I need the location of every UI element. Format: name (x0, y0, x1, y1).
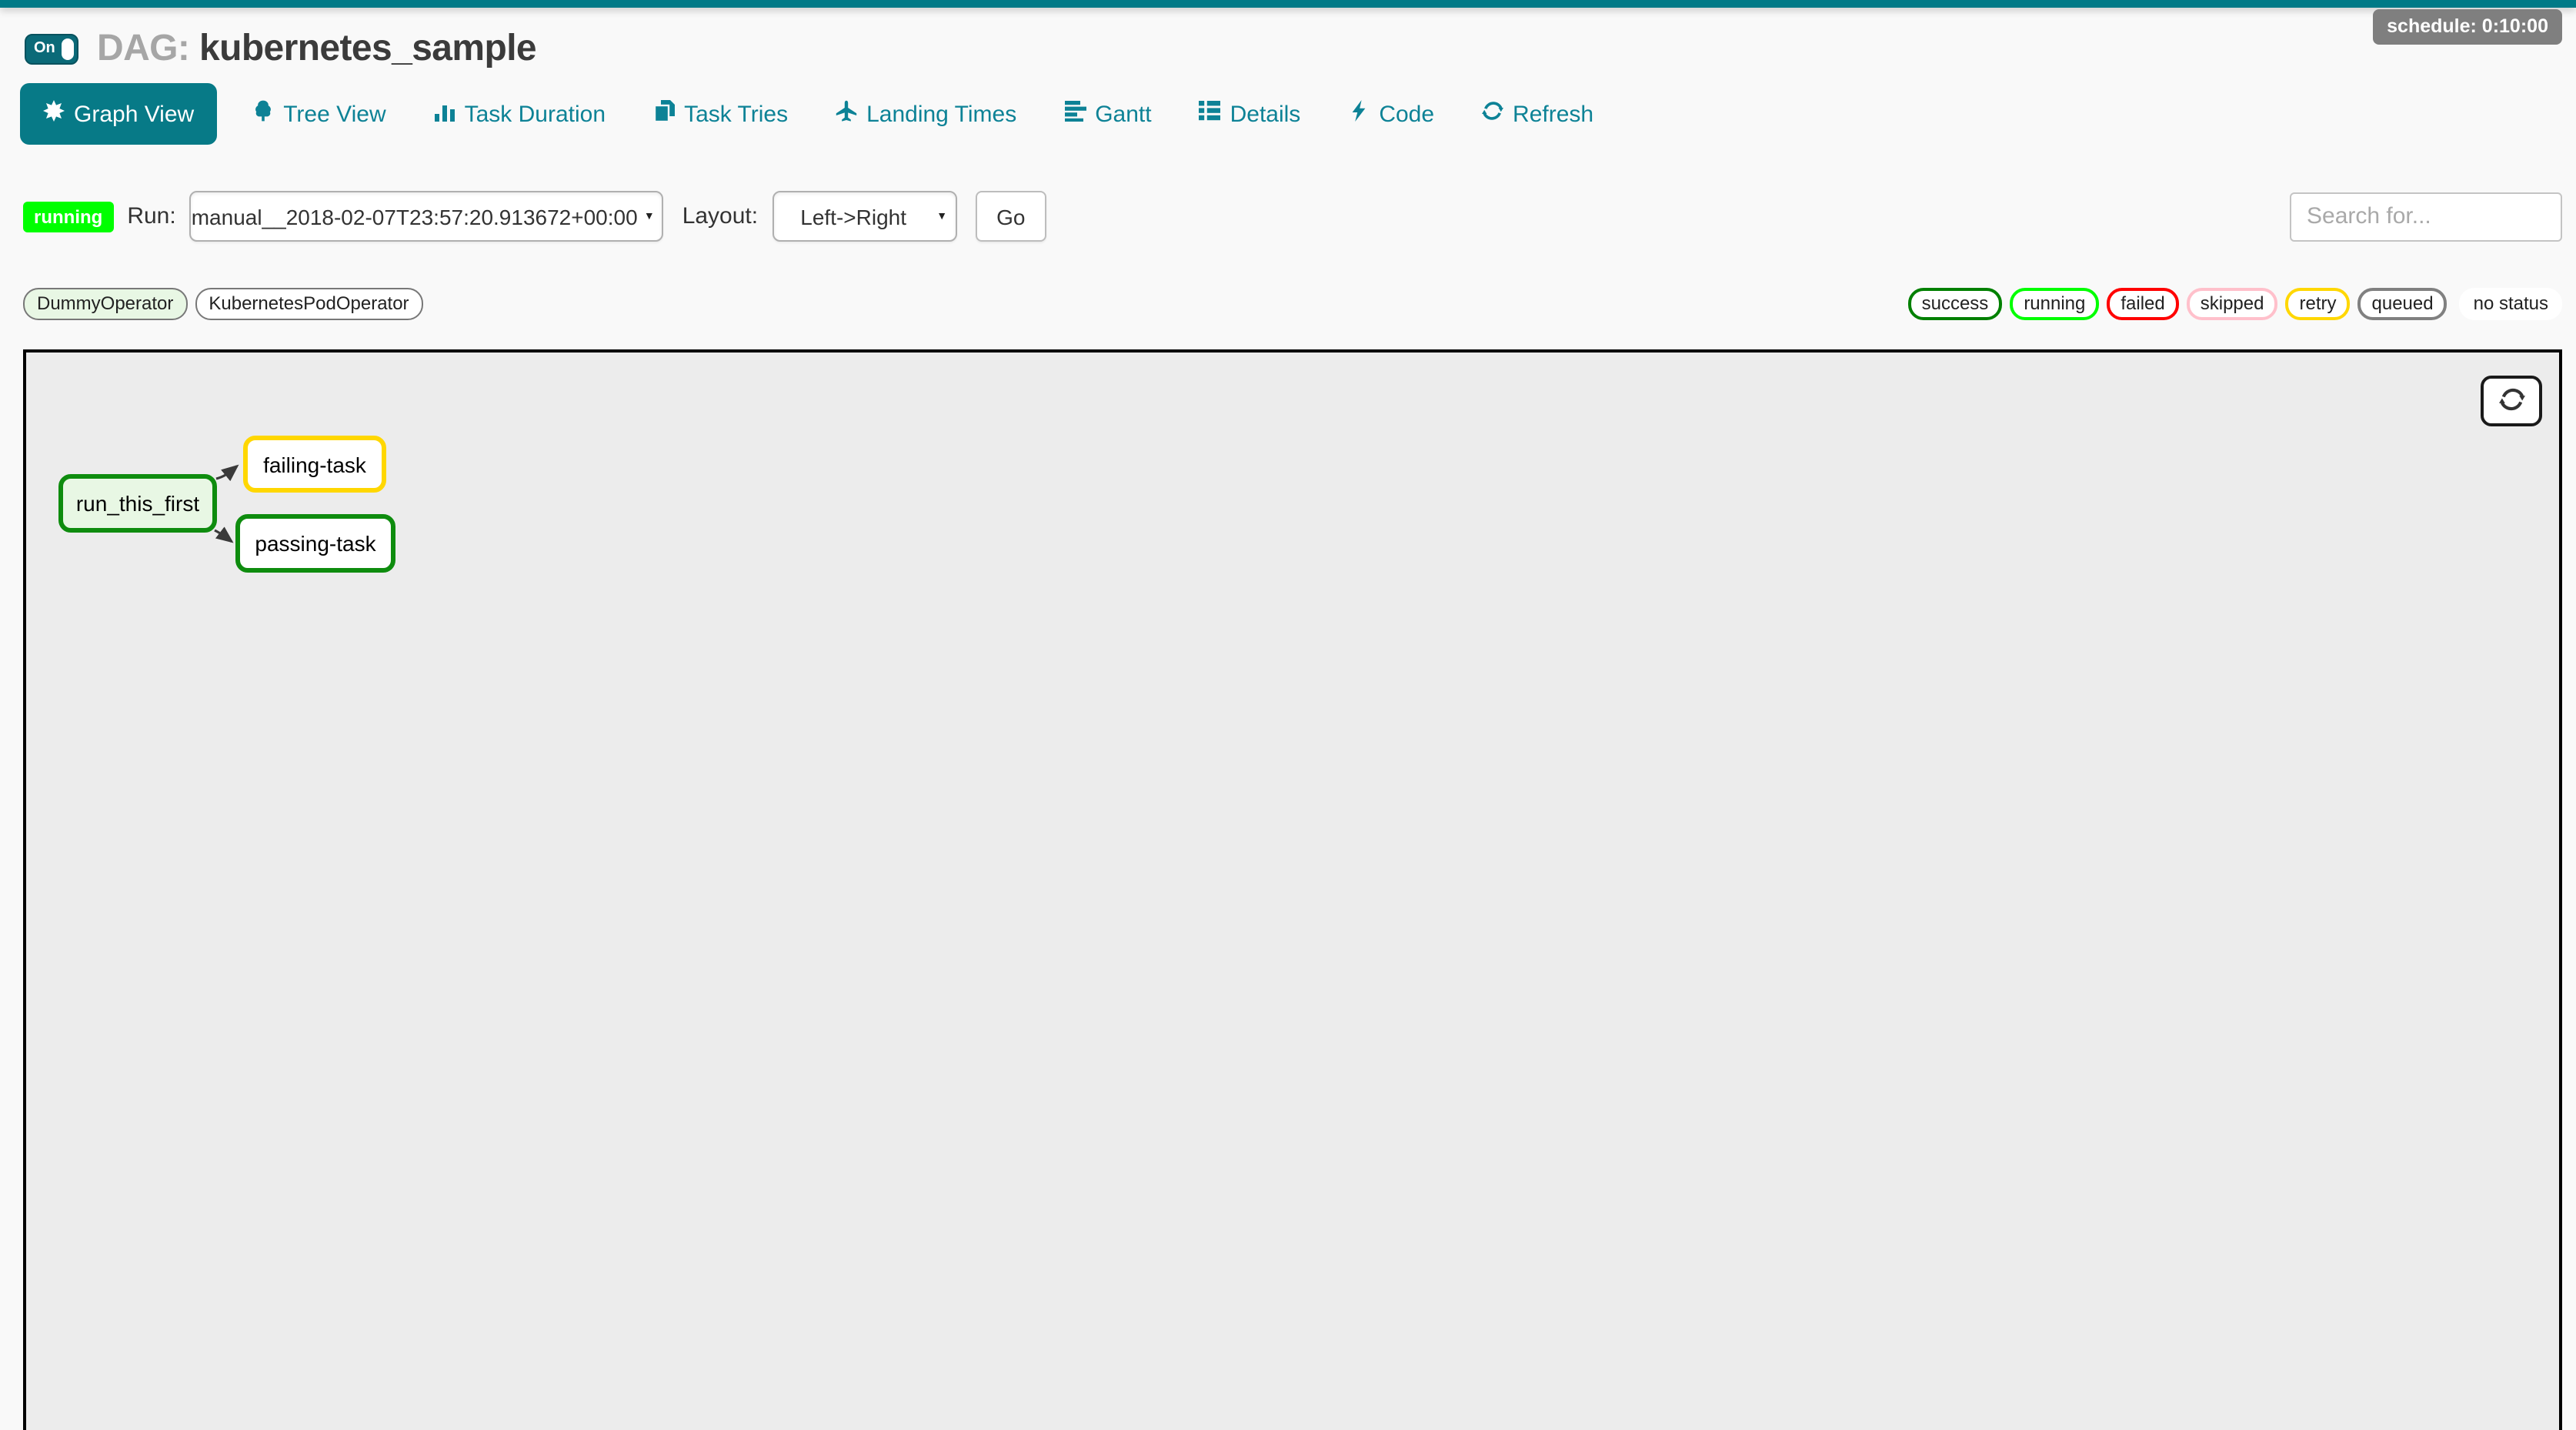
operator-pill-dummy: DummyOperator (23, 288, 187, 320)
graph-canvas[interactable]: run_this_first failing-task passing-task (23, 349, 2562, 1430)
toggle-on-label: On (34, 40, 55, 57)
top-navbar-strip (0, 0, 2576, 8)
page: schedule: 0:10:00 On DAG: kubernetes_sam… (0, 0, 2576, 1430)
refresh-icon (2498, 386, 2524, 416)
status-legend: success running failed skipped retry que… (1908, 288, 2562, 320)
run-select[interactable]: manual__2018-02-07T23:57:20.913672+00:00… (190, 191, 664, 242)
plane-icon (836, 100, 857, 128)
dag-edges (26, 352, 2559, 1430)
list-icon (1200, 100, 1221, 128)
search-input[interactable] (2290, 192, 2562, 241)
page-title: DAG: kubernetes_sample (97, 28, 536, 71)
tree-icon (252, 100, 274, 128)
dag-name: kubernetes_sample (199, 28, 536, 69)
status-pill-skipped: skipped (2187, 288, 2278, 320)
tab-details[interactable]: Details (1200, 100, 1301, 128)
node-run-this-first[interactable]: run_this_first (58, 474, 217, 533)
starburst-icon (43, 100, 65, 128)
caret-down-icon: ▼ (644, 211, 655, 222)
layout-select-value: Left->Right (800, 204, 906, 229)
tab-gantt[interactable]: Gantt (1064, 100, 1151, 128)
toggle-knob-icon (62, 38, 74, 60)
dag-on-toggle[interactable]: On (25, 34, 78, 65)
graph-refresh-button[interactable] (2481, 376, 2542, 426)
status-pill-retry: retry (2286, 288, 2351, 320)
caret-down-icon: ▼ (936, 211, 947, 222)
dag-prefix: DAG: (97, 28, 189, 69)
tab-code[interactable]: Code (1348, 100, 1434, 128)
status-pill-no-status: no status (2460, 288, 2562, 320)
layout-select[interactable]: Left->Right ▼ (772, 191, 956, 242)
align-left-icon (1064, 100, 1086, 128)
copy-icon (653, 100, 675, 128)
refresh-icon (1482, 100, 1503, 128)
operator-legend: DummyOperator KubernetesPodOperator (23, 288, 423, 320)
go-button[interactable]: Go (975, 191, 1046, 242)
run-label: Run: (127, 203, 175, 229)
operator-pill-kubernetespod: KubernetesPodOperator (195, 288, 422, 320)
status-pill-running: running (2010, 288, 2099, 320)
bolt-icon (1348, 100, 1370, 128)
bar-chart-icon (434, 100, 455, 128)
tab-graph-view[interactable]: Graph View (20, 83, 217, 145)
node-passing-task[interactable]: passing-task (235, 514, 395, 573)
status-pill-failed: failed (2107, 288, 2178, 320)
status-pill-success: success (1908, 288, 2003, 320)
tab-task-duration[interactable]: Task Duration (434, 100, 606, 128)
tab-tree-view[interactable]: Tree View (252, 100, 385, 128)
view-tabs: Graph View Tree View Task Duration Task … (20, 83, 2576, 145)
run-controls: running Run: manual__2018-02-07T23:57:20… (23, 191, 2562, 242)
run-select-value: manual__2018-02-07T23:57:20.913672+00:00 (192, 204, 638, 229)
tab-task-tries[interactable]: Task Tries (653, 100, 788, 128)
status-pill-queued: queued (2358, 288, 2448, 320)
tab-refresh[interactable]: Refresh (1482, 100, 1593, 128)
schedule-badge: schedule: 0:10:00 (2373, 9, 2562, 45)
run-state-badge: running (23, 201, 113, 232)
header: On DAG: kubernetes_sample (0, 0, 2576, 71)
legend-row: DummyOperator KubernetesPodOperator succ… (23, 288, 2562, 320)
tab-landing-times[interactable]: Landing Times (836, 100, 1016, 128)
node-failing-task[interactable]: failing-task (243, 436, 386, 493)
layout-label: Layout: (682, 203, 758, 229)
